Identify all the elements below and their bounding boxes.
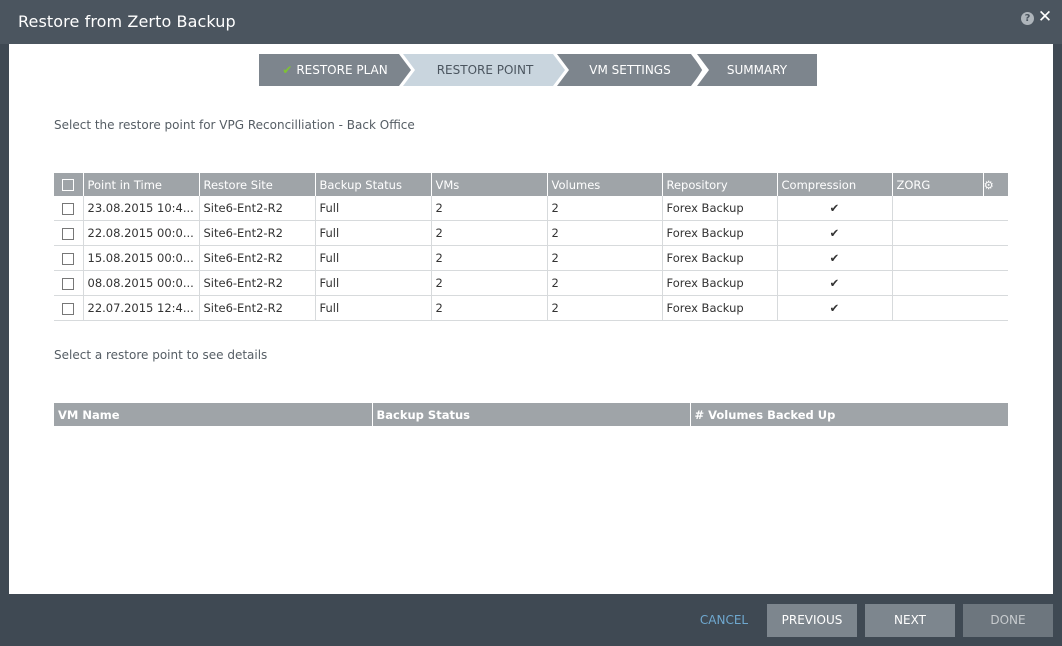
cell-repository: Forex Backup [662,295,778,321]
cell-volumes: 2 [547,295,663,321]
cell-backup-status: Full [315,196,432,221]
cell-repository: Forex Backup [662,220,778,246]
wizard-step-label: SUMMARY [726,63,788,77]
cell-vms: 2 [431,196,548,221]
close-icon[interactable]: ✕ [1037,8,1053,26]
cell-zorg [892,220,1008,246]
cell-restore-site: Site6-Ent2-R2 [199,295,316,321]
cell-restore-site: Site6-Ent2-R2 [199,220,316,246]
cell-backup-status: Full [315,220,432,246]
wizard-step-label: VM SETTINGS [589,63,671,77]
wizard-step-vm-settings[interactable]: VM SETTINGS [557,54,703,86]
compression-check-icon: ✔ [777,220,893,246]
compression-check-icon: ✔ [777,270,893,296]
column-header-vm-name[interactable]: VM Name [54,403,373,426]
dialog-footer: CANCEL PREVIOUS NEXT DONE [0,594,1062,646]
cell-restore-site: Site6-Ent2-R2 [199,196,316,221]
details-instruction: Select a restore point to see details [54,348,268,362]
column-header-volumes-backed-up[interactable]: # Volumes Backed Up [690,403,1009,426]
wizard-step-label: RESTORE PLAN [296,63,388,77]
column-header-backup-status[interactable]: Backup Status [372,403,691,426]
column-header-backup-status[interactable]: Backup Status [315,173,432,196]
cell-vms: 2 [431,270,548,296]
dialog-title: Restore from Zerto Backup [18,12,236,31]
cell-volumes: 2 [547,220,663,246]
help-icon[interactable]: ? [1021,12,1034,25]
table-header-row: Point in Time Restore Site Backup Status… [54,173,1009,196]
cell-point-in-time: 22.08.2015 00:0... [83,220,200,246]
cell-zorg [892,245,1008,271]
wizard-step-summary[interactable]: SUMMARY [697,54,817,86]
restore-point-instruction: Select the restore point for VPG Reconci… [54,118,415,132]
row-checkbox[interactable] [54,196,84,221]
row-checkbox[interactable] [54,270,84,296]
done-button[interactable]: DONE [963,604,1053,637]
cell-restore-site: Site6-Ent2-R2 [199,245,316,271]
column-header-point-in-time[interactable]: Point in Time [83,173,200,196]
cell-zorg [892,295,1008,321]
cell-restore-site: Site6-Ent2-R2 [199,270,316,296]
cell-repository: Forex Backup [662,196,778,221]
table-row[interactable]: 15.08.2015 00:0... Site6-Ent2-R2 Full 2 … [54,245,1008,271]
cell-vms: 2 [431,220,548,246]
wizard-step-label: RESTORE POINT [436,63,534,77]
cell-repository: Forex Backup [662,245,778,271]
table-row[interactable]: 23.08.2015 10:4... Site6-Ent2-R2 Full 2 … [54,196,1008,221]
column-header-volumes[interactable]: Volumes [547,173,663,196]
cell-point-in-time: 15.08.2015 00:0... [83,245,200,271]
column-header-restore-site[interactable]: Restore Site [199,173,316,196]
cell-volumes: 2 [547,270,663,296]
cell-volumes: 2 [547,196,663,221]
cell-point-in-time: 08.08.2015 00:0... [83,270,200,296]
column-header-compression[interactable]: Compression [777,173,893,196]
wizard-step-restore-plan[interactable]: ✔ RESTORE PLAN [259,54,411,86]
cell-backup-status: Full [315,295,432,321]
cell-repository: Forex Backup [662,270,778,296]
check-icon: ✔ [282,63,293,77]
restore-points-table: Point in Time Restore Site Backup Status… [54,173,1009,321]
cell-point-in-time: 23.08.2015 10:4... [83,196,200,221]
row-checkbox[interactable] [54,295,84,321]
compression-check-icon: ✔ [777,245,893,271]
compression-check-icon: ✔ [777,196,893,221]
gear-icon[interactable]: ⚙ [983,173,1009,196]
cell-point-in-time: 22.07.2015 12:4... [83,295,200,321]
cell-volumes: 2 [547,245,663,271]
wizard-steps: ✔ RESTORE PLAN RESTORE POINT VM SETTINGS … [259,54,819,86]
table-row[interactable]: 22.07.2015 12:4... Site6-Ent2-R2 Full 2 … [54,295,1008,321]
cell-backup-status: Full [315,245,432,271]
details-header-row: VM Name Backup Status # Volumes Backed U… [54,403,1009,426]
column-header-repository[interactable]: Repository [662,173,778,196]
dialog-titlebar: Restore from Zerto Backup ? ✕ [0,0,1062,44]
row-checkbox[interactable] [54,220,84,246]
table-row[interactable]: 08.08.2015 00:0... Site6-Ent2-R2 Full 2 … [54,270,1008,296]
column-header-vms[interactable]: VMs [431,173,548,196]
dialog-content: ✔ RESTORE PLAN RESTORE POINT VM SETTINGS … [9,44,1053,594]
cell-vms: 2 [431,245,548,271]
select-all-checkbox[interactable] [54,173,84,196]
cell-vms: 2 [431,295,548,321]
column-header-zorg[interactable]: ZORG [892,173,984,196]
cell-backup-status: Full [315,270,432,296]
row-checkbox[interactable] [54,245,84,271]
previous-button[interactable]: PREVIOUS [767,604,857,637]
details-table: VM Name Backup Status # Volumes Backed U… [54,403,1009,426]
cell-zorg [892,196,1008,221]
compression-check-icon: ✔ [777,295,893,321]
cell-zorg [892,270,1008,296]
table-row[interactable]: 22.08.2015 00:0... Site6-Ent2-R2 Full 2 … [54,220,1008,246]
wizard-step-restore-point[interactable]: RESTORE POINT [403,54,567,86]
cancel-button[interactable]: CANCEL [680,604,768,637]
next-button[interactable]: NEXT [865,604,955,637]
